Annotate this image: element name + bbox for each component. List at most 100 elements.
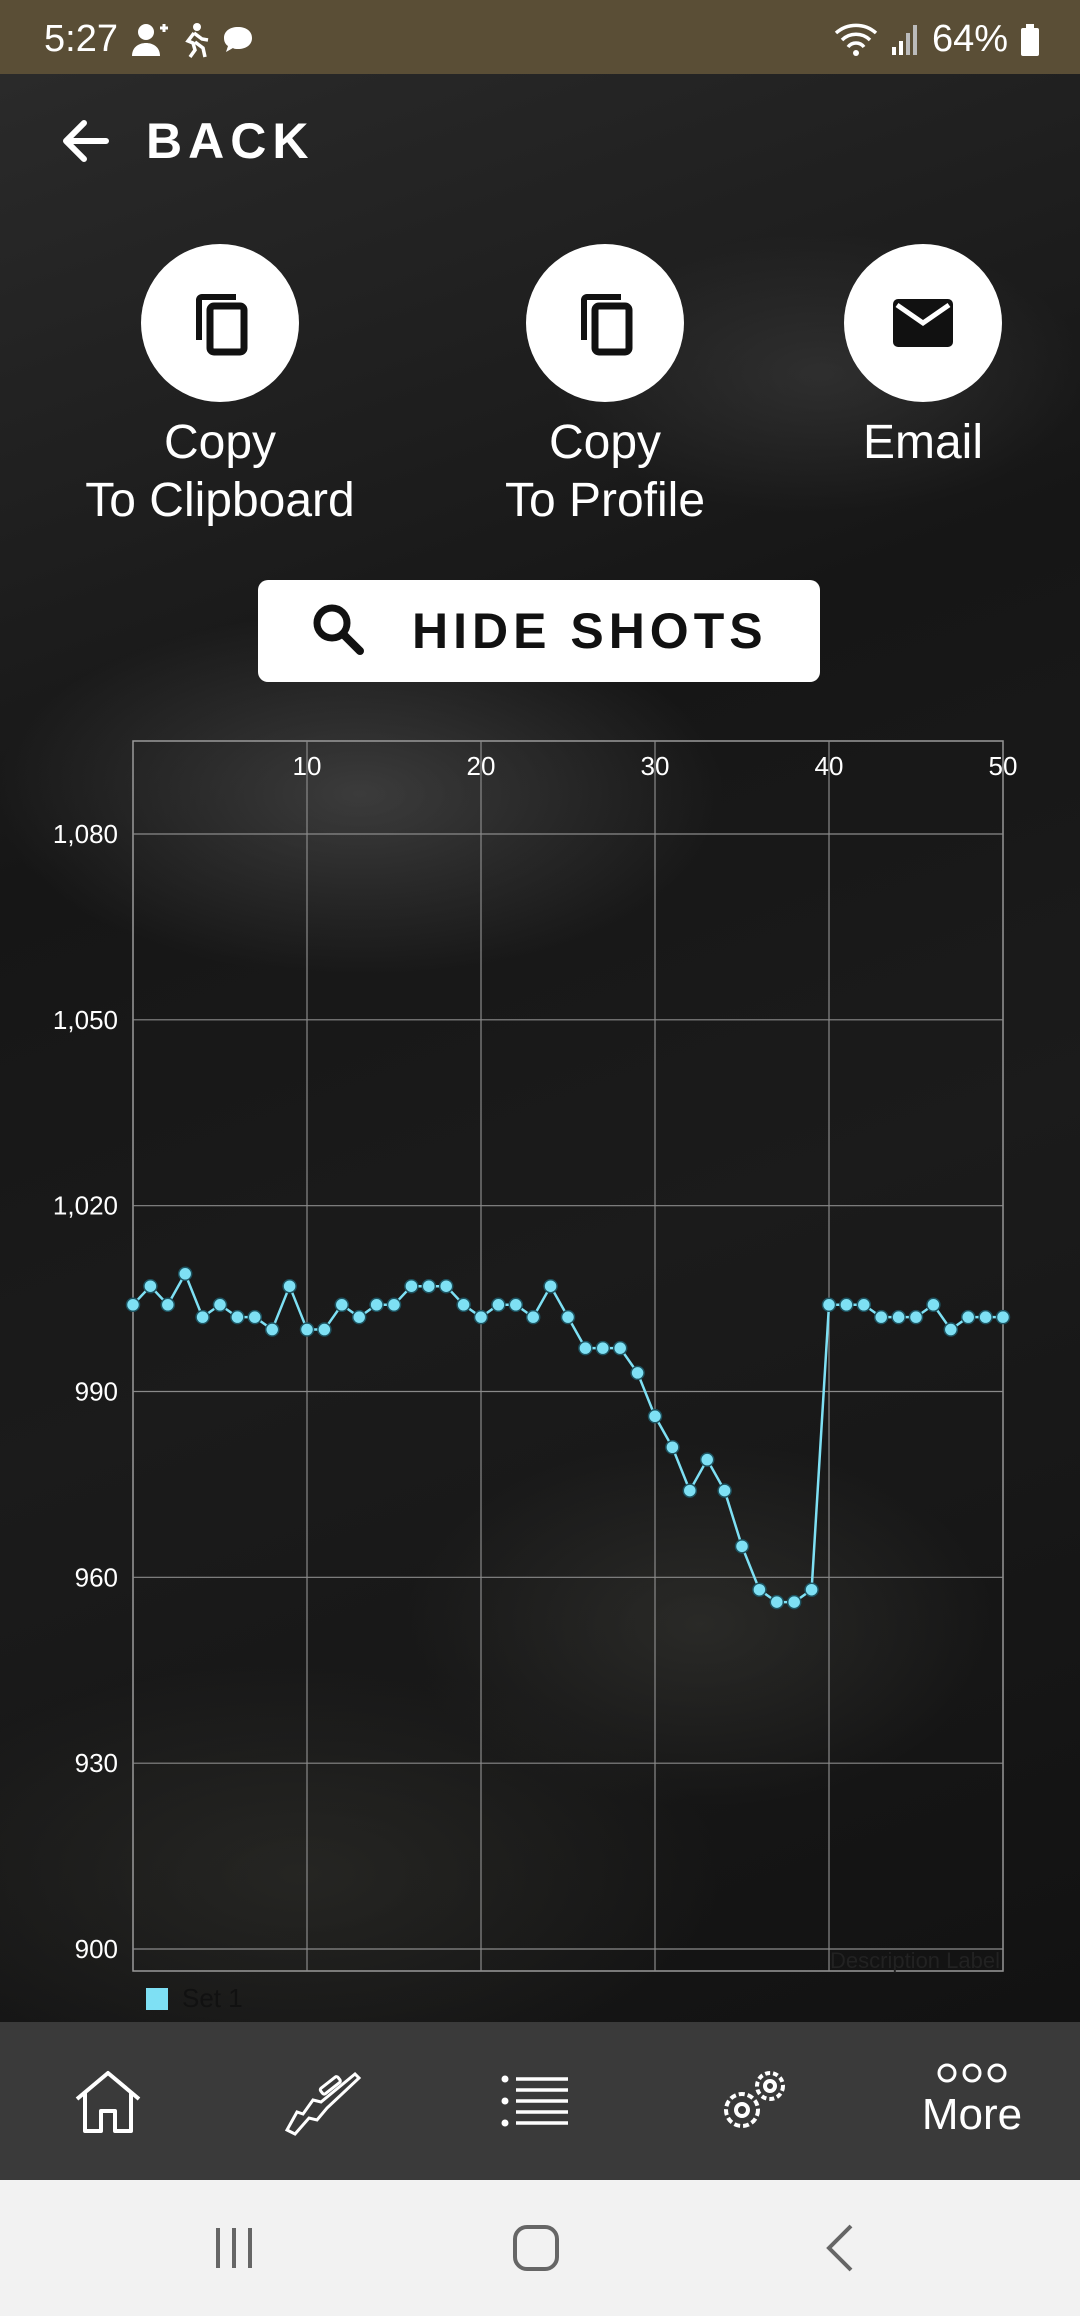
y-tick-label: 930: [75, 1748, 118, 1778]
data-point: [299, 1322, 315, 1337]
data-point: [960, 1309, 976, 1325]
back-system-icon: [826, 2224, 853, 2272]
data-point: [351, 1309, 367, 1325]
data-point: [612, 1340, 628, 1356]
battery-icon: [1021, 23, 1039, 56]
wifi-icon: [834, 23, 878, 56]
data-point: [717, 1483, 732, 1498]
status-time: 5:27: [44, 18, 118, 60]
data-point: [543, 1278, 558, 1294]
nav-rifle[interactable]: [248, 2022, 398, 2180]
data-point: [578, 1340, 593, 1356]
data-point: [525, 1309, 541, 1325]
legend-label: Set 1: [182, 1983, 243, 2013]
data-point: [177, 1266, 193, 1282]
data-point: [978, 1309, 993, 1325]
copy-to-clipboard-label: Copy To Clipboard: [85, 416, 355, 527]
back-system-button[interactable]: [780, 2180, 900, 2316]
copy-icon: [581, 294, 633, 356]
data-point: [456, 1297, 471, 1313]
notification-icons: [130, 22, 256, 58]
y-tick-label: 990: [75, 1377, 118, 1407]
data-point: [665, 1440, 680, 1455]
data-point: [334, 1297, 350, 1313]
data-point: [699, 1452, 715, 1467]
copy-icon: [196, 294, 248, 356]
data-point: [943, 1322, 959, 1337]
data-point: [212, 1297, 228, 1313]
nav-more-label: More: [921, 2090, 1023, 2139]
copy-to-clipboard-button[interactable]: Copy To Clipboard: [70, 244, 370, 530]
plot-frame: [132, 740, 1004, 1972]
data-point: [369, 1297, 384, 1313]
status-right: 64%: [834, 18, 1040, 61]
data-point: [926, 1297, 941, 1313]
email-label: Email: [862, 416, 984, 469]
data-point: [230, 1309, 245, 1325]
data-point: [317, 1322, 332, 1337]
settings-icon: [724, 2071, 785, 2128]
system-nav-bar: [0, 2180, 1080, 2316]
x-tick-label: 40: [815, 751, 844, 781]
email-button[interactable]: Email: [833, 244, 1013, 472]
data-point: [734, 1539, 750, 1554]
y-tick-label: 1,020: [53, 1191, 118, 1221]
x-tick-label: 20: [467, 751, 496, 781]
back-button[interactable]: BACK: [60, 112, 314, 170]
data-point: [752, 1582, 767, 1597]
data-point: [821, 1297, 837, 1313]
data-point: [386, 1297, 402, 1313]
y-tick-label: 1,050: [53, 1005, 118, 1035]
arrow-left-icon: [63, 120, 109, 162]
copy-to-clipboard-circle[interactable]: [141, 244, 299, 402]
nav-settings[interactable]: [680, 2022, 830, 2180]
x-tick-label: 50: [989, 751, 1018, 781]
nav-home[interactable]: [33, 2022, 183, 2180]
home-system-icon: [513, 2225, 559, 2271]
back-label: BACK: [146, 113, 315, 169]
walking-icon: [185, 23, 209, 58]
data-point: [160, 1297, 176, 1313]
more-icon: [937, 2063, 1007, 2083]
rifle-icon: [284, 2071, 362, 2136]
bottom-nav: More: [0, 2022, 1080, 2180]
signal-icon: [891, 24, 917, 55]
data-point: [891, 1309, 906, 1325]
hide-shots-label: HIDE SHOTS: [412, 603, 768, 659]
data-point: [873, 1309, 889, 1325]
home-system-button[interactable]: [476, 2180, 596, 2316]
copy-to-profile-button[interactable]: Copy To Profile: [455, 244, 755, 530]
data-point: [769, 1594, 785, 1610]
data-point: [647, 1409, 663, 1424]
chart-description-label: Description Label: [830, 1948, 1000, 1973]
data-point: [560, 1309, 576, 1325]
chart-svg: 10 20 30 40 50 1,080 1,050 1,020 990 960 930 900: [53, 740, 1018, 1972]
velocity-chart: 10 20 30 40 50 1,080 1,050 1,020 990 960 930 900: [0, 730, 1080, 2020]
data-point: [856, 1297, 872, 1313]
recent-apps-button[interactable]: [174, 2180, 294, 2316]
action-buttons: Copy To Clipboard Copy To Profile Email: [0, 244, 1080, 527]
data-point: [282, 1278, 297, 1294]
data-point: [421, 1278, 437, 1294]
battery-percent: 64%: [931, 18, 1008, 60]
data-point: [630, 1365, 645, 1381]
nav-more[interactable]: More: [897, 2022, 1047, 2180]
status-bar: 5:27 64%: [0, 0, 1080, 74]
data-point: [247, 1309, 263, 1325]
data-point: [473, 1309, 489, 1325]
data-point: [786, 1594, 802, 1610]
data-point: [195, 1309, 210, 1325]
person-add-icon: [132, 24, 168, 56]
copy-to-profile-label: Copy To Profile: [504, 416, 706, 527]
email-circle[interactable]: [844, 244, 1002, 402]
chart-legend: Set 1: [146, 1983, 243, 2014]
data-point: [125, 1297, 141, 1313]
search-icon: [310, 601, 366, 662]
nav-list[interactable]: [460, 2022, 610, 2180]
data-point: [143, 1278, 158, 1294]
copy-to-profile-circle[interactable]: [526, 244, 684, 402]
data-point: [491, 1297, 506, 1313]
recent-apps-icon: [216, 2228, 252, 2268]
email-icon: [893, 299, 953, 347]
hide-shots-button[interactable]: HIDE SHOTS: [258, 580, 820, 682]
